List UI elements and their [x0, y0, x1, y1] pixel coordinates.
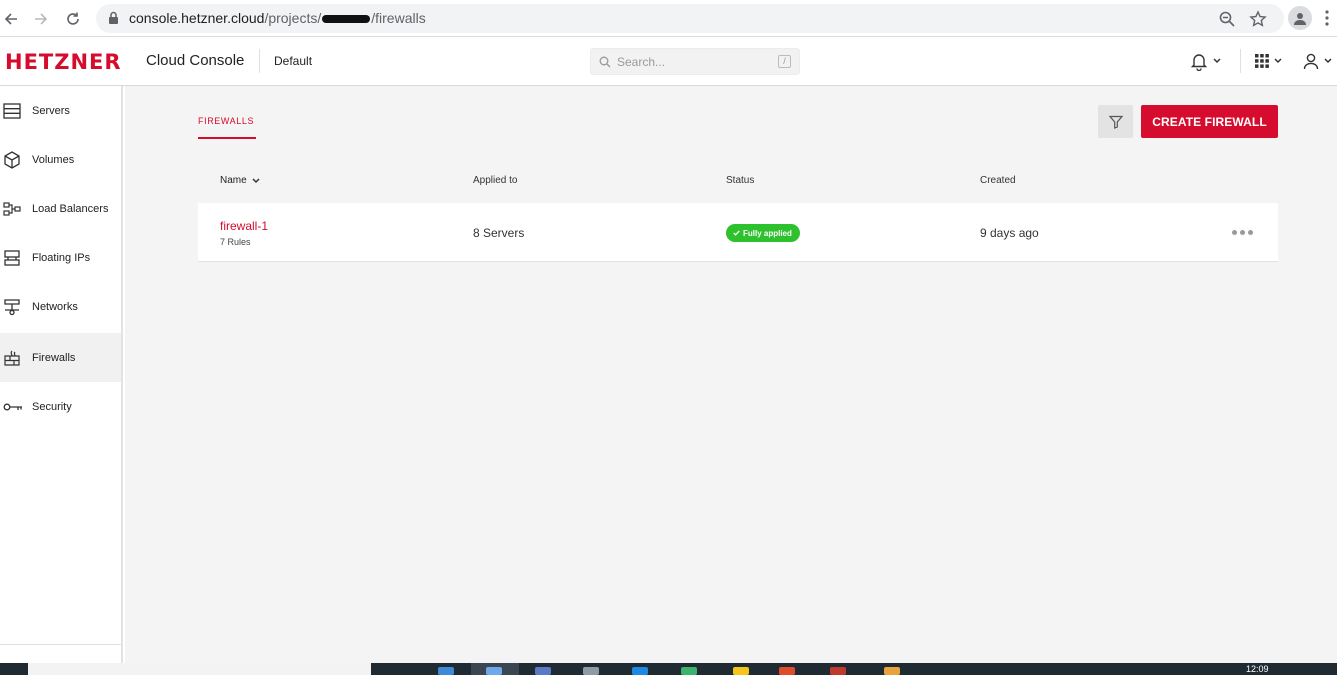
lock-icon — [109, 11, 118, 24]
servers-icon — [0, 102, 32, 119]
header-separator — [1240, 49, 1241, 73]
zoom-icon[interactable] — [1218, 10, 1236, 28]
sidebar-item-label: Load Balancers — [32, 202, 109, 215]
table-row[interactable]: firewall-1 7 Rules 8 Servers Fully appli… — [198, 203, 1278, 262]
row-actions-menu-icon[interactable] — [1232, 230, 1253, 235]
sidebar-item-label: Security — [32, 400, 72, 413]
search-icon — [599, 56, 611, 68]
user-icon — [1303, 53, 1319, 70]
reload-icon — [67, 12, 79, 25]
sidebar-item-label: Networks — [32, 300, 78, 313]
taskbar-search[interactable] — [28, 663, 371, 675]
column-header-created: Created — [980, 175, 1016, 186]
taskbar-app-icon[interactable] — [733, 667, 749, 675]
search-box[interactable]: / — [590, 48, 800, 75]
taskbar-app-icon[interactable] — [583, 667, 599, 675]
person-icon — [1294, 13, 1306, 25]
taskbar-app-icon[interactable] — [830, 667, 846, 675]
sidebar-item-label: Floating IPs — [32, 251, 91, 264]
floating-ips-icon — [0, 249, 32, 267]
taskbar-app-icon[interactable] — [884, 667, 900, 675]
firewall-name-link[interactable]: firewall-1 — [220, 219, 268, 233]
sidebar-item-load-balancers[interactable]: Load Balancers — [0, 184, 121, 233]
chevron-down-icon — [1324, 58, 1332, 64]
bookmark-star-icon[interactable] — [1249, 10, 1267, 28]
app-header: HETZNER Cloud Console Default / — [0, 37, 1337, 86]
search-shortcut-hint: / — [778, 55, 791, 68]
tab-firewalls[interactable]: FIREWALLS — [198, 116, 254, 126]
forward-arrow-icon — [35, 13, 48, 25]
taskbar-app-icon[interactable] — [779, 667, 795, 675]
sidebar-item-label: Volumes — [32, 153, 75, 166]
tab-active-indicator — [198, 137, 256, 139]
header-divider — [259, 49, 260, 73]
status-badge-label: Fully applied — [743, 228, 792, 238]
sidebar-item-firewalls[interactable]: Firewalls — [0, 333, 121, 382]
sidebar-item-networks[interactable]: Networks — [0, 282, 121, 331]
load-balancers-icon — [0, 201, 32, 216]
grid-icon — [1255, 54, 1269, 68]
column-header-label: Name — [220, 175, 247, 186]
taskbar-app-icon[interactable] — [535, 667, 551, 675]
search-input[interactable] — [617, 53, 767, 71]
sidebar-item-security[interactable]: Security — [0, 382, 121, 431]
os-taskbar: 12:09 — [0, 663, 1337, 675]
taskbar-app-icon[interactable] — [632, 667, 648, 675]
browser-toolbar: console.hetzner.cloud/projects//firewall… — [0, 0, 1337, 37]
redacted-project-id — [322, 15, 371, 24]
reload-button[interactable] — [62, 8, 84, 30]
key-icon — [0, 402, 32, 412]
taskbar-app-icon[interactable] — [438, 667, 454, 675]
firewall-created: 9 days ago — [980, 226, 1039, 240]
check-icon — [733, 230, 740, 236]
browser-menu-icon[interactable] — [1325, 10, 1329, 26]
browser-profile-avatar[interactable] — [1288, 6, 1312, 30]
firewall-applied-to: 8 Servers — [473, 226, 525, 240]
volumes-icon — [0, 150, 32, 169]
taskbar-app-icon[interactable] — [681, 667, 697, 675]
sidebar-item-floating-ips[interactable]: Floating IPs — [0, 233, 121, 282]
notifications-button[interactable] — [1189, 50, 1221, 72]
chevron-down-icon — [1274, 58, 1282, 64]
taskbar-clock: 12:09 — [1246, 664, 1269, 674]
project-selector[interactable]: Default — [274, 54, 312, 68]
apps-menu-button[interactable] — [1254, 50, 1282, 72]
hetzner-logo[interactable]: HETZNER — [5, 50, 122, 74]
firewall-rules-count: 7 Rules — [220, 237, 251, 247]
address-bar[interactable]: console.hetzner.cloud/projects//firewall… — [96, 4, 1284, 33]
sidebar-divider — [0, 644, 121, 645]
sidebar: Servers Volumes Load Balancers Floating … — [0, 86, 123, 663]
firewalls-icon — [0, 349, 32, 367]
app-title[interactable]: Cloud Console — [146, 52, 244, 69]
status-badge: Fully applied — [726, 224, 800, 242]
create-firewall-button[interactable]: CREATE FIREWALL — [1141, 105, 1278, 138]
bell-icon — [1190, 54, 1208, 71]
sort-chevron-down-icon — [252, 177, 260, 183]
sidebar-item-label: Servers — [32, 104, 70, 117]
column-header-applied-to: Applied to — [473, 175, 518, 186]
back-arrow-icon — [4, 13, 17, 25]
networks-icon — [0, 298, 32, 316]
column-header-status: Status — [726, 175, 755, 186]
forward-button[interactable] — [30, 8, 52, 30]
filter-button[interactable] — [1098, 105, 1133, 138]
sidebar-item-servers[interactable]: Servers — [0, 86, 121, 135]
chevron-down-icon — [1213, 58, 1221, 64]
url-text: console.hetzner.cloud/projects//firewall… — [129, 10, 426, 26]
filter-icon — [1108, 115, 1123, 129]
sidebar-item-label: Firewalls — [32, 351, 76, 364]
sidebar-item-volumes[interactable]: Volumes — [0, 135, 121, 184]
taskbar-app-icon[interactable] — [486, 667, 502, 675]
column-header-name[interactable]: Name — [220, 175, 260, 186]
account-menu-button[interactable] — [1302, 50, 1332, 72]
main-content: FIREWALLS CREATE FIREWALL Name Applied t… — [125, 86, 1337, 663]
back-button[interactable] — [0, 8, 22, 30]
